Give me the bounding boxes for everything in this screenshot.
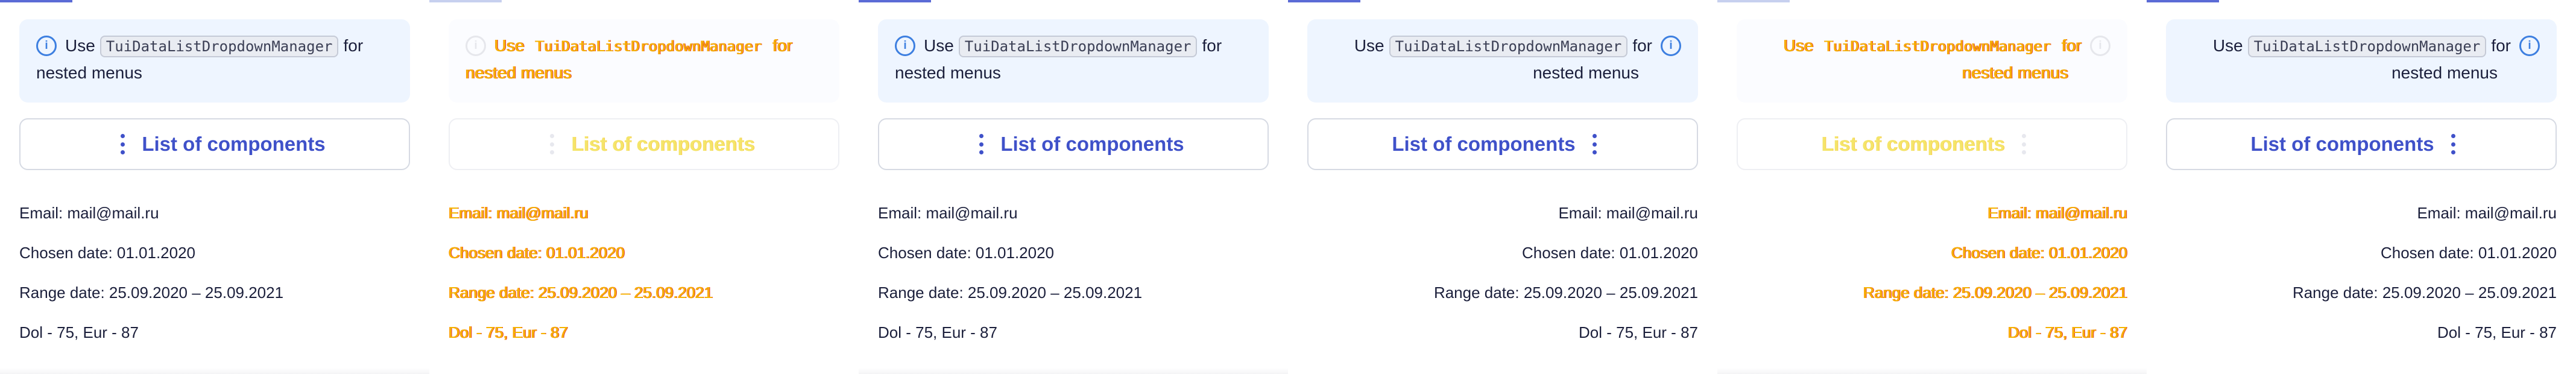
hint-code: TuiDataListDropdownManager bbox=[958, 36, 1198, 57]
hint-prefix: Use bbox=[494, 36, 525, 55]
tab-indicator bbox=[1717, 0, 1790, 2]
chosen-date-text: Chosen date: 01.01.2020 bbox=[1521, 244, 1698, 262]
tab-indicator bbox=[859, 0, 931, 2]
more-vertical-icon bbox=[2021, 134, 2026, 154]
currency-text: Dol - 75, Eur - 87 bbox=[449, 323, 568, 341]
button-label: List of components bbox=[142, 133, 326, 155]
button-label: List of components bbox=[571, 133, 755, 155]
hint-code: TuiDataListDropdownManager bbox=[99, 36, 339, 57]
tab-indicator bbox=[429, 0, 502, 2]
email-text: Email: mail@mail.ru bbox=[1558, 204, 1698, 222]
range-date-text: Range date: 25.09.2020 – 25.09.2021 bbox=[449, 284, 713, 302]
button-label: List of components bbox=[2250, 133, 2434, 155]
chosen-date-text: Chosen date: 01.01.2020 bbox=[1951, 244, 2127, 262]
range-date-text: Range date: 25.09.2020 – 25.09.2021 bbox=[2292, 284, 2557, 302]
info-circle-icon: i bbox=[2519, 35, 2540, 56]
info-circle-icon: i bbox=[466, 35, 486, 56]
currency-text: Dol - 75, Eur - 87 bbox=[2437, 323, 2557, 341]
currency-text: Dol - 75, Eur - 87 bbox=[2008, 323, 2127, 341]
details-list: Email: mail@mail.ru Chosen date: 01.01.2… bbox=[1307, 193, 1698, 352]
tab-indicator bbox=[1288, 0, 1360, 2]
demo-panel-2: i Use TuiDataListDropdownManager for nested… bbox=[429, 0, 859, 374]
hint-line2: nested menus bbox=[2391, 63, 2498, 82]
hint-line2: nested menus bbox=[466, 63, 572, 82]
range-date-text: Range date: 25.09.2020 – 25.09.2021 bbox=[1863, 284, 2127, 302]
info-circle-icon: i bbox=[1661, 35, 1681, 56]
more-vertical-icon bbox=[121, 134, 125, 154]
chosen-date-text: Chosen date: 01.01.2020 bbox=[449, 244, 625, 262]
hint-code: TuiDataListDropdownManager bbox=[535, 38, 762, 55]
hint-code: TuiDataListDropdownManager bbox=[1389, 36, 1628, 57]
hint-prefix: Use bbox=[65, 36, 95, 55]
hint-line2: nested menus bbox=[895, 63, 1001, 82]
email-text: Email: mail@mail.ru bbox=[19, 204, 159, 222]
currency-text: Dol - 75, Eur - 87 bbox=[878, 323, 997, 341]
hint-box: Use TuiDataListDropdownManager for i nested… bbox=[2166, 19, 2557, 103]
currency-text: Dol - 75, Eur - 87 bbox=[19, 323, 139, 341]
details-list: Email: mail@mail.ru Chosen date: 01.01.2… bbox=[19, 193, 410, 352]
button-label: List of components bbox=[1821, 133, 2005, 155]
hint-suffix: for bbox=[343, 36, 364, 55]
details-list: Email: mail@mail.ru Chosen date: 01.01.2… bbox=[878, 193, 1269, 352]
hint-box: i Use TuiDataListDropdownManager for nested… bbox=[449, 19, 839, 103]
hint-line2: nested menus bbox=[1533, 63, 1639, 82]
details-list: Email: mail@mail.ru Chosen date: 01.01.2… bbox=[1737, 193, 2127, 352]
info-circle-icon: i bbox=[36, 35, 57, 56]
hint-suffix: for bbox=[2062, 36, 2082, 55]
list-of-components-button[interactable]: List of components bbox=[1307, 118, 1698, 170]
hint-suffix: for bbox=[772, 36, 793, 55]
hint-code: TuiDataListDropdownManager bbox=[2247, 36, 2487, 57]
hint-prefix: Use bbox=[924, 36, 954, 55]
tab-indicator bbox=[2147, 0, 2219, 2]
list-of-components-button[interactable]: List of components bbox=[449, 118, 839, 170]
range-date-text: Range date: 25.09.2020 – 25.09.2021 bbox=[19, 284, 284, 302]
hint-prefix: Use bbox=[1354, 36, 1384, 55]
email-text: Email: mail@mail.ru bbox=[1987, 204, 2127, 222]
range-date-text: Range date: 25.09.2020 – 25.09.2021 bbox=[1433, 284, 1698, 302]
hint-code: TuiDataListDropdownManager bbox=[1824, 38, 2051, 55]
demo-panel-5: Use TuiDataListDropdownManager for i nested… bbox=[1717, 0, 2147, 374]
hint-box: Use TuiDataListDropdownManager for i nested… bbox=[1737, 19, 2127, 103]
email-text: Email: mail@mail.ru bbox=[2417, 204, 2557, 222]
hint-line2: nested menus bbox=[1962, 63, 2068, 82]
more-vertical-icon bbox=[550, 134, 555, 154]
hint-suffix: for bbox=[1632, 36, 1652, 55]
hint-box: i Use TuiDataListDropdownManager for nested… bbox=[878, 19, 1269, 103]
chosen-date-text: Chosen date: 01.01.2020 bbox=[19, 244, 196, 262]
chosen-date-text: Chosen date: 01.01.2020 bbox=[2380, 244, 2557, 262]
hint-line2: nested menus bbox=[36, 63, 142, 82]
email-text: Email: mail@mail.ru bbox=[878, 204, 1018, 222]
demo-panel-1: i Use TuiDataListDropdownManager for nested… bbox=[0, 0, 429, 374]
hint-prefix: Use bbox=[2212, 36, 2243, 55]
tab-indicator bbox=[0, 0, 72, 2]
more-vertical-icon bbox=[1592, 134, 1597, 154]
button-label: List of components bbox=[1000, 133, 1184, 155]
button-label: List of components bbox=[1392, 133, 1576, 155]
list-of-components-button[interactable]: List of components bbox=[19, 118, 410, 170]
demo-panel-4: Use TuiDataListDropdownManager for i nested… bbox=[1288, 0, 1717, 374]
details-list: Email: mail@mail.ru Chosen date: 01.01.2… bbox=[449, 193, 839, 352]
info-circle-icon: i bbox=[895, 35, 915, 56]
chosen-date-text: Chosen date: 01.01.2020 bbox=[878, 244, 1055, 262]
demo-panel-6: Use TuiDataListDropdownManager for i nested… bbox=[2147, 0, 2576, 374]
demo-panel-3: i Use TuiDataListDropdownManager for nested… bbox=[859, 0, 1288, 374]
range-date-text: Range date: 25.09.2020 – 25.09.2021 bbox=[878, 284, 1143, 302]
more-vertical-icon bbox=[979, 134, 984, 154]
email-text: Email: mail@mail.ru bbox=[449, 204, 589, 222]
list-of-components-button[interactable]: List of components bbox=[878, 118, 1269, 170]
hint-suffix: for bbox=[1202, 36, 1222, 55]
hint-box: Use TuiDataListDropdownManager for i nested… bbox=[1307, 19, 1698, 103]
hint-prefix: Use bbox=[1783, 36, 1814, 55]
hint-box: i Use TuiDataListDropdownManager for nested… bbox=[19, 19, 410, 103]
more-vertical-icon bbox=[2451, 134, 2455, 154]
details-list: Email: mail@mail.ru Chosen date: 01.01.2… bbox=[2166, 193, 2557, 352]
info-circle-icon: i bbox=[2090, 35, 2110, 56]
hint-suffix: for bbox=[2491, 36, 2511, 55]
currency-text: Dol - 75, Eur - 87 bbox=[1579, 323, 1698, 341]
list-of-components-button[interactable]: List of components bbox=[1737, 118, 2127, 170]
list-of-components-button[interactable]: List of components bbox=[2166, 118, 2557, 170]
